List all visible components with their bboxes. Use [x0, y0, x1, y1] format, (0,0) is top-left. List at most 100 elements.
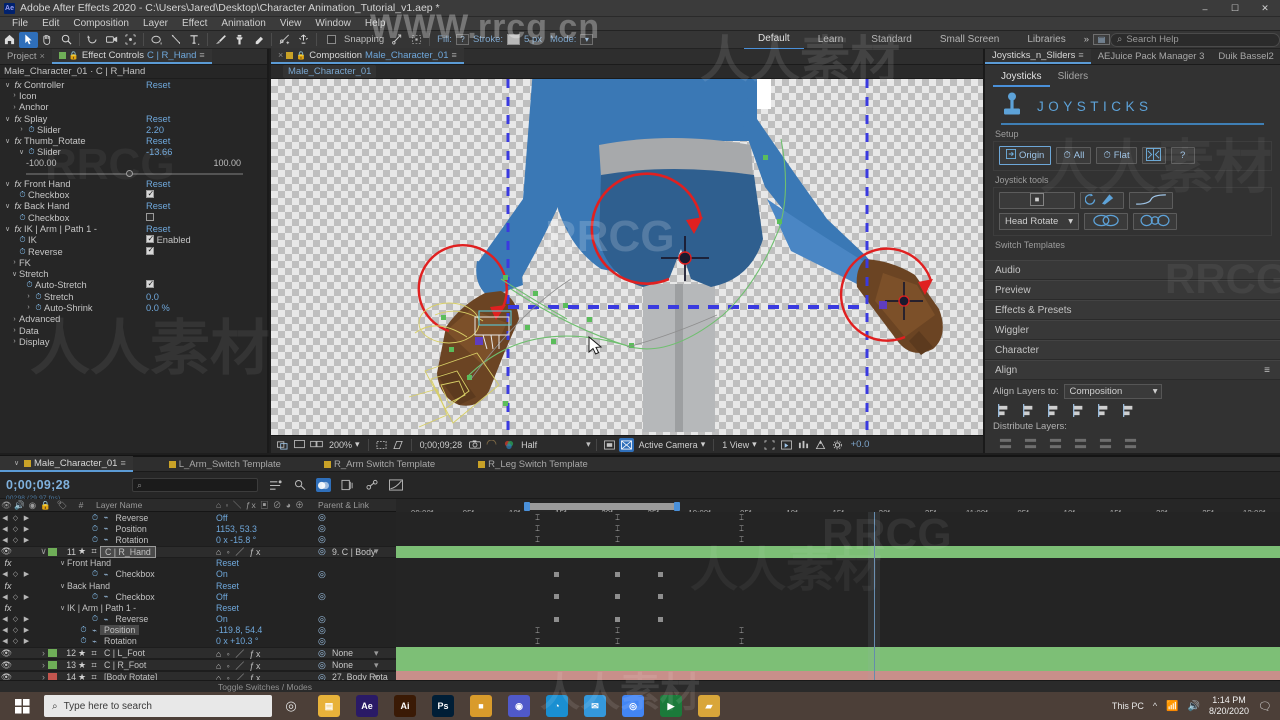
- after-effects-icon[interactable]: Ae: [348, 692, 386, 720]
- keyframe-marker[interactable]: ⌶: [615, 525, 620, 533]
- twirl-icon[interactable]: ∨: [3, 180, 12, 188]
- menu-layer[interactable]: Layer: [136, 17, 175, 31]
- menu-view[interactable]: View: [273, 17, 309, 31]
- twirl-icon[interactable]: ›: [10, 259, 19, 266]
- stopwatch-icon[interactable]: ⏱: [26, 147, 37, 157]
- effect-control-row[interactable]: › ⏱ Auto-Shrink 0.0 %: [0, 302, 267, 313]
- start-button[interactable]: [0, 692, 44, 720]
- parent-pickwhip-icon[interactable]: ◎: [318, 591, 326, 602]
- keyframe-marker[interactable]: ⌶: [615, 626, 620, 634]
- previous-keyframe-icon[interactable]: ◀: [0, 637, 10, 645]
- label-color-swatch[interactable]: [48, 547, 57, 556]
- stopwatch-icon[interactable]: ⏱: [78, 636, 89, 646]
- link-joysticks-button[interactable]: [1084, 213, 1128, 230]
- keyframe-marker[interactable]: ⌶: [615, 638, 620, 646]
- graph-editor-icon[interactable]: ⌁: [101, 535, 112, 544]
- enable-frame-blending-icon[interactable]: [316, 478, 331, 492]
- stopwatch-icon[interactable]: ⏱: [78, 625, 89, 635]
- folder2-icon[interactable]: ▰: [690, 692, 728, 720]
- next-keyframe-icon[interactable]: ▶: [21, 626, 32, 634]
- ease-curve-button[interactable]: [1129, 192, 1173, 209]
- graph-editor-icon[interactable]: ⌁: [101, 592, 112, 601]
- timeline-jump-icon[interactable]: [796, 438, 811, 452]
- twirl-icon[interactable]: ∨: [58, 604, 67, 612]
- timeline-track-row[interactable]: [396, 659, 1280, 672]
- stroke-swatch[interactable]: [507, 34, 521, 45]
- parent-pickwhip-icon[interactable]: ◎: [318, 512, 326, 523]
- flat-button[interactable]: ⏱ Flat: [1096, 147, 1137, 164]
- property-value[interactable]: Off: [216, 513, 228, 523]
- composition-viewer[interactable]: [271, 79, 983, 435]
- eye-icon[interactable]: 👁: [0, 660, 13, 671]
- align-right-button[interactable]: [1047, 403, 1063, 417]
- notifications-icon[interactable]: 🗨: [1258, 700, 1272, 713]
- star-icon[interactable]: ★: [76, 660, 88, 671]
- menu-effect[interactable]: Effect: [175, 17, 214, 31]
- timeline-property-row[interactable]: ◀ ◇ ▶ ⏱ ⌁ Checkbox On ◎: [0, 569, 396, 580]
- property-value[interactable]: 0 x -15.8 °: [216, 535, 256, 545]
- stopwatch-icon[interactable]: ⏱: [90, 524, 101, 534]
- menu-edit[interactable]: Edit: [35, 17, 66, 31]
- layer-name[interactable]: C | R_Foot: [100, 660, 150, 670]
- effect-control-value[interactable]: Reset: [146, 136, 170, 146]
- property-name[interactable]: Checkbox: [112, 569, 159, 579]
- illustrator-icon[interactable]: Ai: [386, 692, 424, 720]
- graph-editor-icon[interactable]: ⌁: [101, 524, 112, 533]
- timeline-track-row[interactable]: [396, 636, 1280, 647]
- help-button[interactable]: ?: [1170, 147, 1195, 164]
- effect-control-row[interactable]: ∨ ⏱ Slider -13.66: [0, 147, 267, 158]
- workspace-tab-learn[interactable]: Learn: [804, 31, 858, 49]
- parent-value[interactable]: 9. C | Body: [332, 547, 375, 557]
- eraser-tool-icon[interactable]: [249, 32, 268, 48]
- effect-control-row[interactable]: ⏱ Auto-Stretch: [0, 279, 267, 291]
- slider-handle[interactable]: [126, 170, 133, 178]
- effect-control-row[interactable]: ⏱IK Enabled: [0, 234, 267, 246]
- layer-name[interactable]: C | R_Hand: [100, 545, 156, 558]
- twirl-icon[interactable]: ›: [39, 660, 48, 670]
- stopwatch-icon[interactable]: ⏱: [17, 213, 28, 223]
- twirl-icon[interactable]: ∨: [3, 202, 12, 210]
- keyframe-marker[interactable]: ⌶: [535, 525, 540, 533]
- keyframe-toggle-icon[interactable]: ◇: [10, 593, 21, 601]
- stopwatch-icon[interactable]: ⏱: [24, 280, 35, 290]
- breadcrumb-item[interactable]: Male_Character_01: [283, 65, 377, 78]
- align-left-button[interactable]: [997, 403, 1013, 417]
- workspace-tab-small-screen[interactable]: Small Screen: [926, 31, 1013, 49]
- stopwatch-icon[interactable]: ⏱: [90, 614, 101, 624]
- timeline-track-row[interactable]: [396, 569, 1280, 580]
- stopwatch-icon[interactable]: ⏱: [90, 592, 101, 602]
- keyframe-marker[interactable]: [554, 571, 559, 577]
- zoom-tool-icon[interactable]: [57, 32, 76, 48]
- effect-checkbox[interactable]: [146, 279, 154, 289]
- effect-control-row[interactable]: › Icon: [0, 90, 267, 101]
- parent-value[interactable]: None: [332, 648, 353, 658]
- keyframe-marker[interactable]: ⌶: [535, 514, 540, 522]
- parent-pickwhip-icon[interactable]: ◎: [318, 660, 326, 671]
- effect-control-row[interactable]: ∨ fx Splay Reset: [0, 113, 267, 124]
- pan-behind-tool-icon[interactable]: [121, 32, 140, 48]
- mail-icon[interactable]: ✉: [576, 692, 614, 720]
- cortana-icon[interactable]: ◎: [272, 692, 310, 720]
- hand-tool-icon[interactable]: [38, 32, 57, 48]
- effect-control-value[interactable]: Reset: [146, 224, 170, 234]
- keyframe-toggle-icon[interactable]: ◇: [10, 615, 21, 623]
- snapping-checkbox[interactable]: [327, 35, 336, 44]
- toggle-transparency-grid-icon[interactable]: [618, 437, 634, 452]
- next-keyframe-icon[interactable]: ▶: [21, 570, 32, 578]
- keyframe-toggle-icon[interactable]: ◇: [10, 514, 21, 522]
- tab-aejuice-pack-manager[interactable]: AEJuice Pack Manager 3: [1091, 49, 1212, 64]
- layer-name[interactable]: C | L_Foot: [100, 648, 149, 658]
- stopwatch-icon[interactable]: ⏱: [33, 303, 44, 313]
- panel-menu-icon[interactable]: ≡: [1264, 365, 1270, 376]
- twirl-icon[interactable]: ∨: [58, 582, 67, 590]
- label-color-swatch[interactable]: [48, 649, 57, 658]
- next-keyframe-icon[interactable]: ▶: [21, 525, 32, 533]
- camera-tool-icon[interactable]: [102, 32, 121, 48]
- property-value[interactable]: On: [216, 569, 228, 579]
- twirl-icon[interactable]: ›: [10, 104, 19, 111]
- menu-animation[interactable]: Animation: [214, 17, 272, 31]
- stopwatch-icon[interactable]: ⏱: [90, 569, 101, 579]
- keyframe-marker[interactable]: ⌶: [739, 638, 744, 646]
- eye-icon[interactable]: 👁: [0, 546, 13, 557]
- hide-shy-layers-icon[interactable]: [292, 478, 307, 492]
